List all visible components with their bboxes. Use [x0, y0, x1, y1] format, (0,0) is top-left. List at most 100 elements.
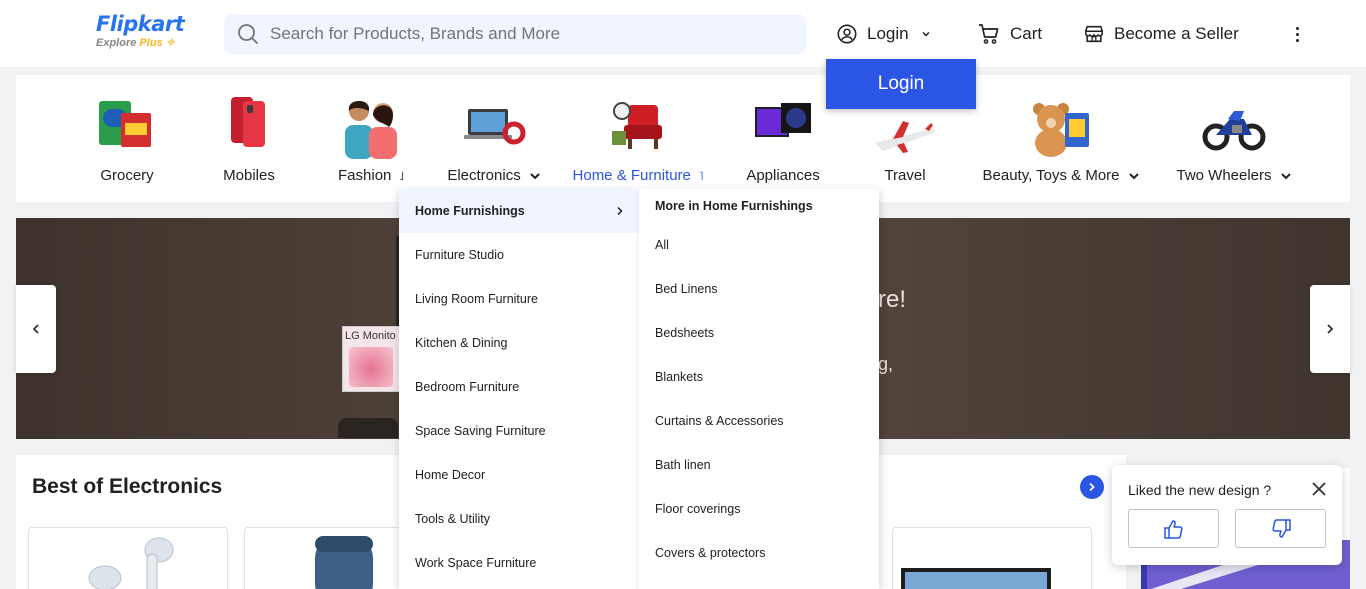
seller-label: Become a Seller [1114, 24, 1239, 43]
category-label: Mobiles [223, 167, 275, 184]
mobile-icon [217, 95, 281, 159]
menu-item-label: Home Decor [415, 468, 486, 482]
menu-item-work-space[interactable]: Work Space Furniture [399, 541, 639, 585]
monitor-image [901, 568, 1051, 589]
category-text: Home & Furniture [572, 167, 691, 184]
category-label: Travel [884, 167, 926, 184]
category-text: Electronics [447, 167, 521, 184]
product-card-earbuds[interactable] [28, 527, 228, 589]
submenu-heading: More in Home Furnishings [655, 199, 813, 213]
chevron-right-icon [1327, 324, 1334, 334]
banner-prev-button[interactable] [16, 285, 56, 373]
submenu-item-all[interactable]: All [639, 223, 879, 267]
search-bar[interactable] [224, 14, 806, 54]
chevron-right-icon [1089, 482, 1095, 492]
chevron-down-icon [1128, 172, 1139, 179]
chevron-down-icon: ˩ [399, 168, 404, 183]
menu-item-label: Space Saving Furniture [415, 424, 546, 438]
search-icon [238, 24, 258, 44]
menu-item-label: Home Furnishings [415, 204, 525, 218]
cart-label: Cart [1010, 24, 1043, 43]
menu-item-label: Tools & Utility [415, 512, 491, 526]
category-text: Beauty, Toys & More [982, 167, 1120, 184]
become-seller-button[interactable]: Become a Seller [1083, 22, 1239, 46]
submenu-item-floor-coverings[interactable]: Floor coverings [639, 487, 879, 531]
banner-subtext: g, [878, 354, 894, 374]
close-icon[interactable] [1310, 480, 1328, 498]
menu-item-kitchen-dining[interactable]: Kitchen & Dining [399, 321, 639, 365]
category-mobiles[interactable]: Mobiles [217, 75, 281, 202]
menu-item-label: Living Room Furniture [415, 292, 538, 306]
laptop-icon [462, 95, 526, 159]
category-label: Fashion ˩ [338, 167, 404, 184]
submenu-item-curtains[interactable]: Curtains & Accessories [639, 399, 879, 443]
menu-item-bedroom[interactable]: Bedroom Furniture [399, 365, 639, 409]
category-label: Beauty, Toys & More [983, 167, 1140, 184]
teddy-icon [1029, 95, 1093, 159]
home-furnishings-submenu: More in Home Furnishings All Bed Linens … [639, 189, 879, 589]
submenu-item-bed-linens[interactable]: Bed Linens [639, 267, 879, 311]
tv-icon [751, 95, 815, 159]
home-furniture-menu: Home Furnishings Furniture Studio Living… [399, 189, 639, 589]
chevron-down-icon [1280, 172, 1291, 179]
menu-item-label: Work Space Furniture [415, 556, 537, 570]
section-next-button[interactable] [1080, 475, 1104, 499]
menu-item-home-decor[interactable]: Home Decor [399, 453, 639, 497]
design-feedback-popup: Liked the new design ? [1112, 465, 1342, 565]
logo-explore-text: Explore [96, 37, 137, 49]
product-card-monitor[interactable] [892, 527, 1092, 589]
category-home-furniture[interactable]: Home & Furniture ˥ [573, 75, 703, 202]
login-popup-button[interactable]: Login [826, 59, 976, 109]
category-beauty-toys[interactable]: Beauty, Toys & More [983, 75, 1139, 202]
login-button[interactable]: Login [836, 22, 931, 46]
category-text: Two Wheelers [1176, 167, 1272, 184]
chevron-down-icon [529, 172, 540, 179]
submenu-item-bath-linen[interactable]: Bath linen [639, 443, 879, 487]
category-electronics[interactable]: Electronics [447, 75, 540, 202]
user-icon [837, 24, 857, 44]
more-options-icon[interactable] [1289, 22, 1305, 46]
banner-next-button[interactable] [1310, 285, 1350, 373]
earbuds-image [88, 537, 174, 589]
submenu-item-bedsheets[interactable]: Bedsheets [639, 311, 879, 355]
banner-product-text: LG Monito [345, 330, 396, 342]
category-fashion[interactable]: Fashion ˩ [338, 75, 404, 202]
menu-item-label: Bedroom Furniture [415, 380, 520, 394]
motorbike-icon [1202, 95, 1266, 159]
category-label: Home & Furniture ˥ [573, 167, 704, 184]
category-text: Fashion [338, 167, 392, 184]
top-header: Flipkart Explore Plus ✧ Login Cart Becom… [0, 0, 1366, 67]
submenu-item-covers[interactable]: Covers & protectors [639, 531, 879, 575]
chevron-down-icon [922, 31, 930, 37]
fashion-icon [339, 95, 403, 159]
section-title: Best of Electronics [32, 475, 223, 498]
chevron-right-icon [617, 206, 623, 216]
category-grocery[interactable]: Grocery [95, 75, 159, 202]
category-appliances[interactable]: Appliances [746, 75, 820, 202]
thumbs-up-button[interactable] [1128, 509, 1219, 548]
logo-plus-text: Plus [139, 37, 163, 49]
submenu-item-blankets[interactable]: Blankets [639, 355, 879, 399]
chevron-up-icon: ˥ [698, 168, 704, 183]
menu-item-home-furnishings[interactable]: Home Furnishings [399, 189, 639, 233]
logo-subtext: Explore Plus ✧ [96, 36, 184, 50]
menu-item-tools-utility[interactable]: Tools & Utility [399, 497, 639, 541]
menu-item-label: Furniture Studio [415, 248, 504, 262]
flipkart-logo[interactable]: Flipkart Explore Plus ✧ [96, 12, 185, 50]
thumbs-down-button[interactable] [1235, 509, 1326, 548]
banner-stand-image [338, 418, 398, 438]
category-two-wheelers[interactable]: Two Wheelers [1176, 75, 1291, 202]
grocery-icon [95, 95, 159, 159]
menu-item-furniture-studio[interactable]: Furniture Studio [399, 233, 639, 277]
category-label: Grocery [100, 167, 154, 184]
chevron-left-icon [32, 324, 39, 334]
furniture-icon [606, 95, 670, 159]
cart-button[interactable]: Cart [977, 22, 1042, 46]
logo-text: Flipkart [96, 12, 185, 36]
thumbs-up-icon [1163, 519, 1183, 539]
search-input[interactable] [270, 24, 770, 44]
cart-icon [979, 24, 999, 44]
menu-item-living-room[interactable]: Living Room Furniture [399, 277, 639, 321]
store-icon [1085, 25, 1103, 43]
menu-item-space-saving[interactable]: Space Saving Furniture [399, 409, 639, 453]
